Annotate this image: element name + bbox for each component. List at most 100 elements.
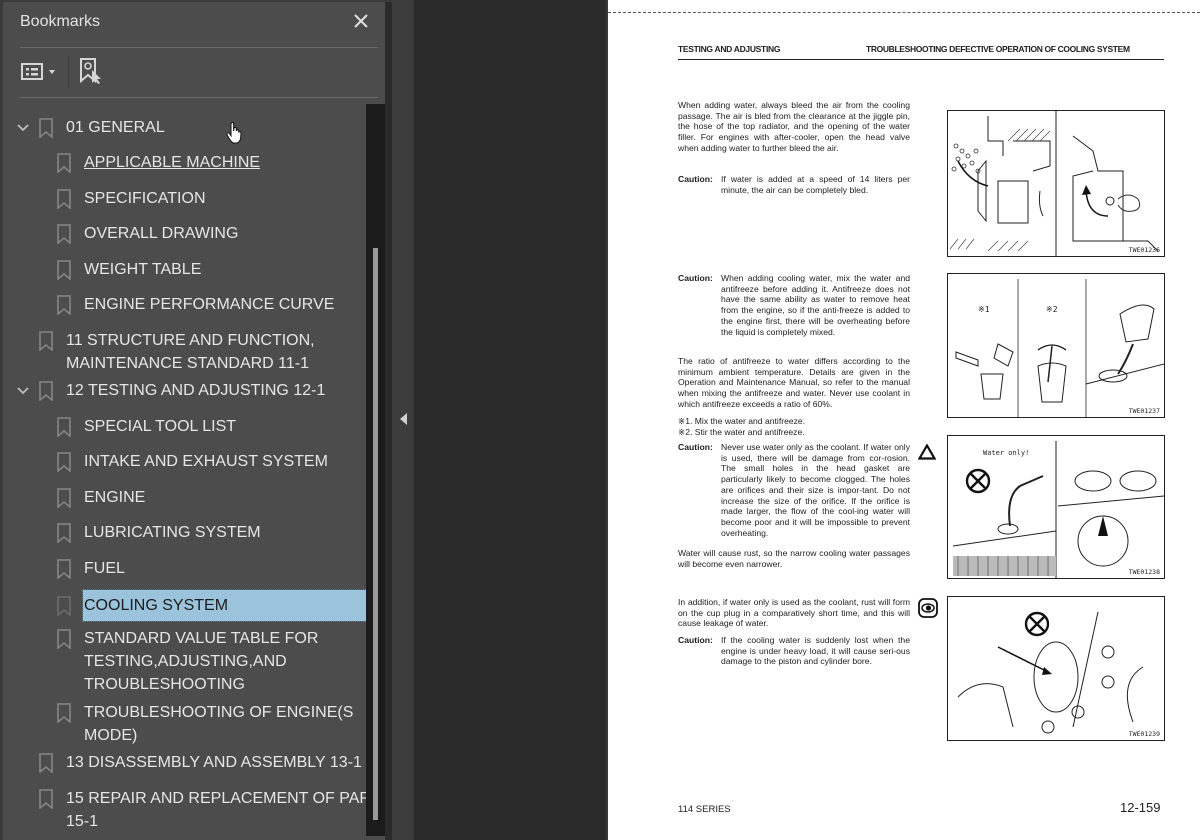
page-header-right: TROUBLESHOOTING DEFECTIVE OPERATION OF C… (866, 44, 1130, 54)
bookmark-label: APPLICABLE MACHINE (84, 154, 261, 171)
bookmark-label: FUEL (84, 560, 125, 577)
bookmark-weight-table[interactable]: WEIGHT TABLE (0, 258, 366, 282)
bookmark-cooling-system-selected[interactable]: COOLING SYSTEM (0, 589, 366, 622)
page-header-left: TESTING AND ADJUSTING (678, 44, 781, 54)
paragraph-bleed-air: When adding water, always bleed the air … (678, 100, 910, 153)
bookmark-applicable-machine[interactable]: APPLICABLE MACHINE (0, 151, 366, 175)
bookmark-fuel[interactable]: FUEL (0, 557, 366, 581)
bookmark-label-line2: MODE) (84, 727, 138, 744)
bookmark-options-button[interactable] (20, 60, 60, 84)
bookmark-icon (39, 331, 53, 351)
bookmark-lubricating-system[interactable]: LUBRICATING SYSTEM (0, 521, 366, 545)
bookmark-icon (39, 381, 53, 401)
figure-label-2: ※2 (1046, 305, 1058, 314)
figure-label-water-only: Water only! (983, 449, 1029, 457)
bookmark-label-line2: 15-1 (66, 813, 99, 830)
bookmark-icon (57, 488, 71, 508)
figure-illustration: ※1 ※2 (955, 279, 1165, 417)
collapse-left-arrow-icon[interactable] (400, 413, 407, 425)
pdf-page: TESTING AND ADJUSTING TROUBLESHOOTING DE… (608, 0, 1200, 840)
panel-top-border (0, 0, 414, 2)
panel-divider (20, 47, 378, 48)
paragraph-cup-plug: In addition, if water only is used as th… (678, 597, 910, 629)
bookmark-icon (57, 295, 71, 315)
bookmark-troubleshooting-of-engine[interactable]: TROUBLESHOOTING OF ENGINE(S MODE) (0, 701, 366, 747)
page-number: 12-159 (1120, 800, 1161, 815)
bookmark-icon (57, 189, 71, 209)
caution-label: Caution: (678, 273, 713, 283)
bookmark-label: ENGINE PERFORMANCE CURVE (84, 296, 335, 313)
figure-code: TWE01239 (1128, 730, 1160, 738)
bookmark-label-line1: 11 STRUCTURE AND FUNCTION, (66, 332, 315, 349)
bookmark-label-line1: 15 REPAIR AND REPLACEMENT OF PARTS (66, 790, 366, 807)
caution-text: If the cooling water is suddenly lost wh… (721, 635, 910, 667)
chevron-down-icon[interactable] (16, 384, 30, 398)
bookmark-icon (57, 596, 71, 616)
bookmark-label: OVERALL DRAWING (84, 225, 239, 242)
bookmark-11-structure-and-function[interactable]: 11 STRUCTURE AND FUNCTION, MAINTENANCE S… (0, 329, 366, 375)
close-icon (354, 14, 368, 28)
bookmark-options-icon (21, 63, 55, 80)
figure-mix-antifreeze: ※1 ※2 TWE01237 (947, 273, 1165, 418)
caution-label: Caution: (678, 442, 713, 452)
bookmark-label: 01 GENERAL (66, 119, 165, 136)
note-mix: ※1. Mix the water and antifreeze. (678, 416, 806, 426)
bookmark-label: SPECIAL TOOL LIST (84, 418, 237, 435)
bookmark-label-line2: MAINTENANCE STANDARD 11-1 (66, 355, 309, 372)
figure-water-only: Water only! TWE01238 (947, 435, 1165, 579)
bookmark-icon (57, 559, 71, 579)
page-break-dashed-line (608, 12, 1200, 13)
figure-illustration: Water only! (952, 441, 1165, 578)
close-button[interactable] (350, 10, 372, 32)
figure-label-1: ※1 (978, 305, 990, 314)
bookmark-scrollbar-thumb[interactable] (373, 248, 378, 820)
bookmark-icon (39, 118, 53, 138)
caution-text: When adding cooling water, mix the water… (721, 273, 910, 337)
bookmark-label: LUBRICATING SYSTEM (84, 524, 261, 541)
bookmark-label-line3: TROUBLESHOOTING (84, 676, 245, 693)
bookmark-label: SPECIFICATION (84, 190, 206, 207)
bookmark-icon (57, 703, 71, 723)
figure-cup-plug: TWE01239 (947, 596, 1165, 741)
bookmark-special-tool-list[interactable]: SPECIAL TOOL LIST (0, 415, 366, 439)
bookmark-icon (39, 789, 53, 809)
bookmark-icon (57, 417, 71, 437)
page-footer-series: 114 SERIES (678, 804, 731, 815)
new-bookmark-from-selection-icon (80, 58, 101, 84)
bookmark-icon (57, 153, 71, 173)
figure-code: TWE01236 (1128, 246, 1160, 254)
bookmark-icon (39, 753, 53, 773)
new-bookmark-button[interactable] (78, 57, 106, 85)
bookmark-standard-value-table[interactable]: STANDARD VALUE TABLE FOR TESTING,ADJUSTI… (0, 627, 366, 696)
bookmark-engine-performance-curve[interactable]: ENGINE PERFORMANCE CURVE (0, 293, 366, 317)
caution-2: Caution: When adding cooling water, mix … (678, 273, 910, 351)
bookmark-label: ENGINE (84, 489, 146, 506)
eye-inspect-icon (918, 598, 938, 618)
toolbar-separator (68, 56, 69, 88)
bookmark-specification[interactable]: SPECIFICATION (0, 187, 366, 211)
bookmark-label-line2: TESTING,ADJUSTING,AND (84, 653, 287, 670)
bookmark-label-line1: STANDARD VALUE TABLE FOR (84, 630, 319, 647)
bookmark-12-testing-and-adjusting[interactable]: 12 TESTING AND ADJUSTING 12-1 (0, 379, 366, 403)
paragraph-antifreeze-ratio: The ratio of antifreeze to water differs… (678, 356, 910, 409)
caution-3: Caution: Never use water only as the coo… (678, 442, 910, 550)
panel-title: Bookmarks (20, 13, 101, 30)
bookmark-label: WEIGHT TABLE (84, 261, 202, 278)
chevron-down-icon[interactable] (16, 121, 30, 135)
bookmark-label: COOLING SYSTEM (84, 597, 229, 614)
bookmark-15-repair-and-replacement[interactable]: 15 REPAIR AND REPLACEMENT OF PARTS 15-1 (0, 787, 366, 833)
caution-text: If water is added at a speed of 14 liter… (721, 174, 910, 195)
figure-code: TWE01237 (1128, 407, 1160, 415)
header-rule (678, 59, 1164, 60)
caution-1: Caution: If water is added at a speed of… (678, 174, 910, 198)
bookmark-engine[interactable]: ENGINE (0, 486, 366, 510)
bookmark-01-general[interactable]: 01 GENERAL (0, 116, 366, 140)
bookmark-intake-and-exhaust-system[interactable]: INTAKE AND EXHAUST SYSTEM (0, 450, 366, 474)
caution-label: Caution: (678, 635, 713, 645)
hand-pointer-cursor-icon (226, 122, 242, 144)
figure-illustration (949, 111, 1159, 256)
warning-triangle-icon (918, 444, 936, 460)
note-stir: ※2. Stir the water and antifreeze. (678, 427, 805, 437)
bookmark-13-disassembly-and-assembly[interactable]: 13 DISASSEMBLY AND ASSEMBLY 13-1 (0, 751, 366, 775)
bookmark-overall-drawing[interactable]: OVERALL DRAWING (0, 222, 366, 246)
